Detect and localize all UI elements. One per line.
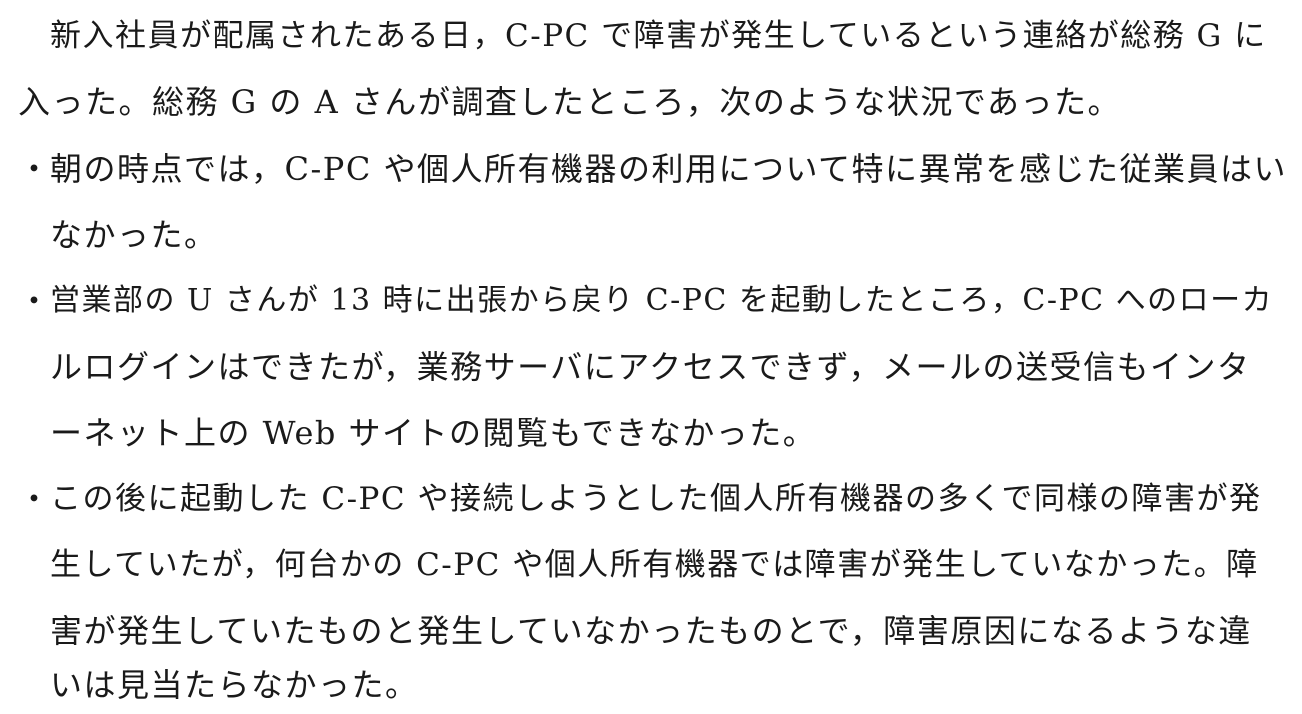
bullet-marker: ・ [18,282,51,320]
bullet-3-line-2: 生していたが，何台かの C-PC や個人所有機器では障害が発生していなかった。障 [50,547,1259,583]
bullet-3-line-3: 害が発生していたものと発生していなかったものとで，障害原因になるような違 [50,612,1252,650]
bullet-marker: ・ [18,480,51,518]
bullet-1-line-2: なかった。 [50,216,218,254]
bullet-3-line-4: いは見当たらなかった。 [50,666,419,704]
bullet-2-line-3: ーネット上の Web サイトの閲覧もできなかった。 [50,414,817,452]
bullet-2-line-1: 営業部の U さんが 13 時に出張から戻り C-PC を起動したところ，C-P… [50,283,1274,318]
bullet-2-line-2: ルログインはできたが，業務サーバにアクセスできず，メールの送受信もインタ [50,348,1251,386]
intro-line-1: 新入社員が配属されたある日，C-PC で障害が発生しているという連絡が総務 G … [50,18,1267,54]
document-page: 新入社員が配属されたある日，C-PC で障害が発生しているという連絡が総務 G … [0,0,1302,714]
bullet-3-line-1: この後に起動した C-PC や接続しようとした個人所有機器の多くで同様の障害が発 [50,481,1262,517]
bullet-marker: ・ [18,150,51,188]
bullet-1-line-1: 朝の時点では，C-PC や個人所有機器の利用について特に異常を感じた従業員はい [50,150,1288,188]
intro-line-2: 入った。総務 G の A さんが調査したところ，次のような状況であった。 [18,83,1122,121]
